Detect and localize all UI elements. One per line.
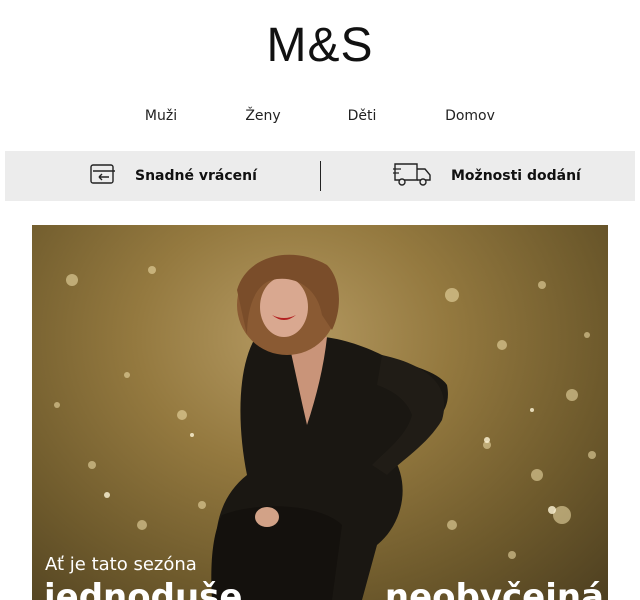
delivery-truck-icon	[393, 160, 433, 192]
hero-headline: jednoduše neobyčejná	[44, 577, 604, 600]
nav-item-deti[interactable]: Děti	[348, 108, 377, 124]
return-tag-icon	[89, 162, 117, 190]
nav-item-zeny[interactable]: Ženy	[245, 108, 280, 124]
easy-returns-link[interactable]: Snadné vrácení	[89, 151, 257, 201]
nav-item-domov[interactable]: Domov	[445, 108, 495, 124]
delivery-options-link[interactable]: Možnosti dodání	[393, 151, 581, 201]
hero-headline-right: neobyčejná	[384, 577, 604, 600]
easy-returns-label: Snadné vrácení	[135, 168, 257, 184]
delivery-options-label: Možnosti dodání	[451, 168, 581, 184]
nav-item-muzi[interactable]: Muži	[145, 108, 177, 124]
hero-kicker: Ať je tato sezóna	[45, 554, 197, 575]
main-nav: Muži Ženy Děti Domov	[0, 108, 640, 128]
service-divider	[320, 161, 321, 191]
hero-banner[interactable]: Ať je tato sezóna jednoduše neobyčejná	[32, 225, 608, 600]
hero-image	[54, 254, 596, 600]
hero-headline-left: jednoduše	[44, 577, 243, 600]
brand-logo[interactable]: M&S	[0, 18, 640, 74]
service-bar: Snadné vrácení Možnosti dodání	[5, 151, 635, 201]
